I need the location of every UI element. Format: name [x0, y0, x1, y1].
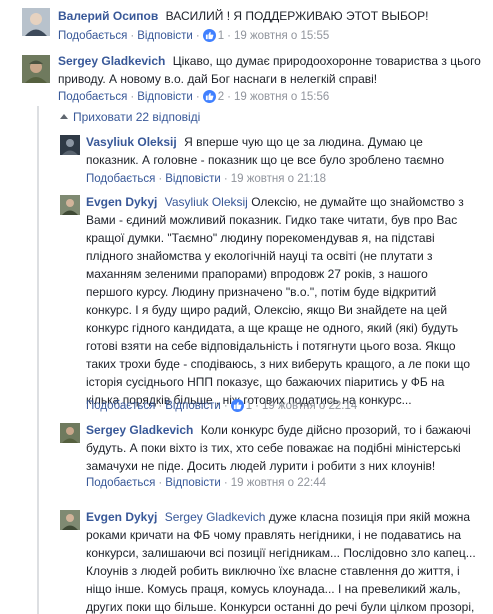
reply-text: Олексію, не думайте що знайомство з Вами… — [86, 195, 470, 407]
reply-link[interactable]: Відповісти — [165, 400, 221, 412]
avatar[interactable] — [60, 423, 80, 443]
avatar[interactable] — [60, 510, 80, 530]
reply-link[interactable]: Відповісти — [137, 91, 193, 103]
comment-timestamp[interactable]: 19 жовтня о 15:56 — [234, 91, 329, 103]
comment-author[interactable]: Sergey Gladkevich — [58, 54, 165, 68]
like-reaction-icon[interactable] — [230, 399, 244, 413]
reply: Evgen Dykyj Vasyliuk Oleksij Олексію, не… — [0, 190, 493, 413]
reply: Evgen Dykyj Sergey Gladkevich дуже класн… — [0, 502, 493, 614]
like-link[interactable]: Подобається — [86, 400, 155, 412]
reply-link[interactable]: Відповісти — [165, 477, 221, 489]
comment-actions: Подобається · Відповісти · 2 · 19 жовтня о 15:… — [58, 90, 330, 104]
reply-body: Sergey Gladkevich Коли конкурс буде дійс… — [86, 421, 474, 475]
reply-actions: Подобається · Відповісти · 19 жовтня о 22:44 — [86, 477, 327, 489]
user-photo-icon — [60, 195, 80, 215]
reply-link[interactable]: Відповісти — [165, 173, 221, 185]
comment-author[interactable]: Валерий Осипов — [58, 9, 158, 23]
reply-mention[interactable]: Sergey Gladkevich — [165, 510, 266, 524]
like-count: 2 — [217, 91, 225, 103]
reply-timestamp[interactable]: 19 жовтня о 22:44 — [231, 477, 326, 489]
reply-author[interactable]: Sergey Gladkevich — [86, 423, 193, 437]
reply-author[interactable]: Evgen Dykyj — [86, 510, 157, 524]
reply-link[interactable]: Відповісти — [137, 30, 193, 42]
reply-body: Vasyliuk Oleksij Я вперше чую що це за л… — [86, 133, 476, 169]
hide-replies-label: Приховати 22 відповіді — [73, 110, 201, 124]
comments-thread: Валерий Осипов ВАСИЛИЙ ! Я ПОДДЕРЖИВАЮ Э… — [0, 0, 493, 614]
user-photo-icon — [22, 55, 50, 83]
comment-body: Sergey Gladkevich Цікаво, що думає приро… — [58, 52, 483, 88]
like-reaction-icon[interactable] — [202, 90, 216, 104]
user-photo-icon — [60, 510, 80, 530]
avatar[interactable] — [60, 135, 80, 155]
like-count: 1 — [217, 30, 225, 42]
user-photo-icon — [22, 8, 50, 36]
user-photo-icon — [60, 135, 80, 155]
comment: Sergey Gladkevich Цікаво, що думає приро… — [0, 50, 493, 106]
comment-actions: Подобається · Відповісти · 1 · 19 жовтня о 15:… — [58, 29, 330, 43]
avatar[interactable] — [60, 195, 80, 215]
collapse-arrow-icon — [60, 114, 68, 119]
reply-body: Evgen Dykyj Sergey Gladkevich дуже класн… — [86, 508, 478, 614]
reply-body: Evgen Dykyj Vasyliuk Oleksij Олексію, не… — [86, 193, 478, 409]
comment-timestamp[interactable]: 19 жовтня о 15:55 — [234, 30, 329, 42]
like-link[interactable]: Подобається — [58, 30, 127, 42]
reply: Sergey Gladkevich Коли конкурс буде дійс… — [0, 418, 493, 494]
like-link[interactable]: Подобається — [86, 477, 155, 489]
hide-replies-link[interactable]: Приховати 22 відповіді — [60, 110, 200, 124]
reply-timestamp[interactable]: 19 жовтня о 22:14 — [262, 400, 357, 412]
comment-text: ВАСИЛИЙ ! Я ПОДДЕРЖИВАЮ ЭТОТ ВЫБОР! — [165, 9, 429, 23]
reply-author[interactable]: Evgen Dykyj — [86, 195, 157, 209]
comment-body: Валерий Осипов ВАСИЛИЙ ! Я ПОДДЕРЖИВАЮ Э… — [58, 7, 488, 25]
reply-author[interactable]: Vasyliuk Oleksij — [86, 135, 177, 149]
user-photo-icon — [60, 423, 80, 443]
like-reaction-icon[interactable] — [202, 29, 216, 43]
comment: Валерий Осипов ВАСИЛИЙ ! Я ПОДДЕРЖИВАЮ Э… — [0, 0, 493, 46]
reply: Vasyliuk Oleksij Я вперше чую що це за л… — [0, 130, 493, 186]
like-count: 1 — [245, 400, 253, 412]
like-link[interactable]: Подобається — [86, 173, 155, 185]
reply-mention[interactable]: Vasyliuk Oleksij — [165, 195, 248, 209]
reply-text: дуже класна позиція при якій можна рокам… — [86, 510, 476, 614]
avatar[interactable] — [22, 55, 50, 83]
reply-actions: Подобається · Відповісти · 19 жовтня о 21:18 — [86, 173, 327, 185]
like-link[interactable]: Подобається — [58, 91, 127, 103]
reply-timestamp[interactable]: 19 жовтня о 21:18 — [231, 173, 326, 185]
reply-actions: Подобається · Відповісти · 1 · 19 жовтня о 22:… — [86, 399, 358, 413]
avatar[interactable] — [22, 8, 50, 36]
